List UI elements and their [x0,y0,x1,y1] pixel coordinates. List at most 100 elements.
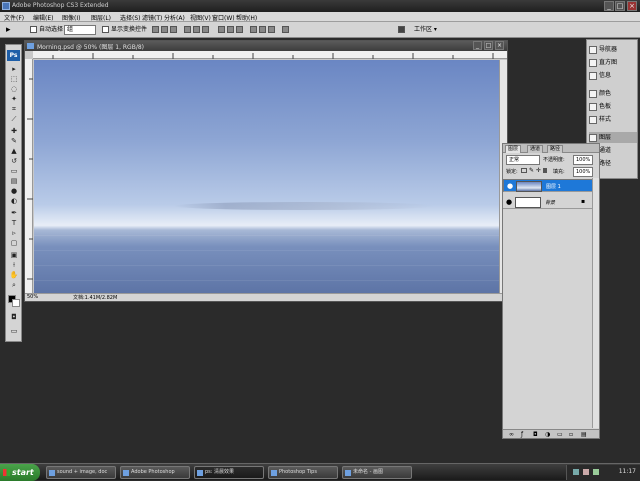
tray-security-icon[interactable] [593,469,599,475]
dock-navigator[interactable]: 导航器 [589,44,637,55]
taskbar-button[interactable]: 未命名 - 画图 [342,466,412,479]
show-transform-checkbox[interactable]: 显示变换控件 [102,25,147,35]
dodge-tool-icon[interactable]: ◐ [9,197,19,205]
zoom-level[interactable]: 50% [27,294,38,300]
menu-help[interactable]: 帮助(H) [236,13,257,22]
brush-tool-icon[interactable]: ✎ [9,137,19,145]
fill-input[interactable]: 100% [573,167,593,177]
history-brush-tool-icon[interactable]: ↺ [9,157,19,165]
pen-tool-icon[interactable]: ✒ [9,209,19,217]
menu-edit[interactable]: 编辑(E) [33,13,53,22]
doc-close-button[interactable]: × [495,41,504,50]
align-middle-icon[interactable] [161,26,168,33]
layer-name[interactable]: 图层 1 [546,183,561,191]
menu-view[interactable]: 视图(V) [190,13,211,22]
zoom-tool-icon[interactable]: ⌕ [9,281,19,289]
doc-minimize-button[interactable]: _ [473,41,482,50]
document-title-bar[interactable]: Morning.psd @ 50% (图层 1, RGB/8) _ □ × [25,41,507,51]
distribute-center-icon[interactable] [259,26,266,33]
magic-wand-tool-icon[interactable]: ✦ [9,95,19,103]
dock-styles[interactable]: 样式 [589,114,637,125]
slice-tool-icon[interactable]: ⟋ [9,115,19,123]
menu-filter[interactable]: 滤镜(T) [142,13,162,22]
eyedropper-tool-icon[interactable]: ⟊ [9,261,19,269]
distribute-right-icon[interactable] [268,26,275,33]
horizontal-ruler[interactable] [33,51,507,59]
menu-analysis[interactable]: 分析(A) [164,13,185,22]
taskbar-button[interactable]: Photoshop Tips [268,466,338,479]
maximize-button[interactable]: □ [615,1,625,11]
distribute-left-icon[interactable] [250,26,257,33]
tab-paths[interactable]: 路径 [547,145,564,153]
document-size-info[interactable]: 文档:1.41M/2.82M [73,294,117,301]
image-canvas[interactable] [34,60,499,293]
new-group-icon[interactable]: ▭ [557,430,563,439]
eraser-tool-icon[interactable]: ▭ [9,167,19,175]
align-top-icon[interactable] [152,26,159,33]
taskbar-button[interactable]: ps: 清晨效果 [194,466,264,479]
move-tool-preset-icon[interactable]: ▸ [6,25,11,35]
close-button[interactable]: × [627,1,637,11]
lock-all-icon[interactable] [543,168,547,173]
visibility-eye-icon[interactable]: ● [507,183,513,190]
layer-row[interactable]: ● 背景 ▪ [503,196,599,209]
opacity-input[interactable]: 100% [573,155,593,165]
menu-window[interactable]: 窗口(W) [212,13,235,22]
layers-scrollbar[interactable] [592,178,599,428]
type-tool-icon[interactable]: T [9,219,19,227]
blend-mode-select[interactable]: 正常 [506,155,540,165]
distribute-middle-icon[interactable] [227,26,234,33]
shape-tool-icon[interactable]: ▢ [9,239,19,247]
delete-layer-icon[interactable]: ▤ [581,430,587,439]
workspace-menu[interactable]: 工作区 ▾ [414,25,437,35]
path-selection-tool-icon[interactable]: ▹ [9,229,19,237]
adjustment-layer-icon[interactable]: ◑ [545,430,550,439]
layer-mask-icon[interactable]: ◘ [533,430,538,439]
tray-volume-icon[interactable] [583,469,589,475]
marquee-tool-icon[interactable]: ⬚ [9,75,19,83]
crop-tool-icon[interactable]: ⌗ [9,105,19,113]
lock-transparency-icon[interactable] [521,168,527,173]
layer-style-icon[interactable]: ƒ [521,430,523,439]
menu-layer[interactable]: 图层(L) [91,13,111,22]
auto-align-icon[interactable] [282,26,289,33]
vertical-ruler[interactable] [25,59,33,293]
tab-channels[interactable]: 通道 [527,145,544,153]
dock-color[interactable]: 颜色 [589,88,637,99]
auto-select-dropdown[interactable]: 组 [64,25,96,35]
tray-network-icon[interactable] [573,469,579,475]
lasso-tool-icon[interactable]: ◌ [9,85,19,93]
background-color-swatch[interactable] [12,299,20,307]
layer-row[interactable]: ● 图层 1 [503,179,599,192]
clock[interactable]: 11:17 [619,468,636,475]
dock-layers[interactable]: 图层 [589,132,637,143]
notes-tool-icon[interactable]: ▣ [9,251,19,259]
auto-select-checkbox[interactable]: 自动选择 [30,25,63,35]
dock-histogram[interactable]: 直方图 [589,57,637,68]
palette-well-icon[interactable] [398,26,405,33]
gradient-tool-icon[interactable]: ▤ [9,177,19,185]
dock-info[interactable]: 信息 [589,70,637,81]
visibility-eye-icon[interactable]: ● [506,199,512,206]
clone-stamp-tool-icon[interactable]: ▲ [9,147,19,155]
layer-name[interactable]: 背景 [545,199,555,206]
menu-file[interactable]: 文件(F) [4,13,24,22]
new-layer-icon[interactable]: ▫ [569,430,573,439]
distribute-bottom-icon[interactable] [236,26,243,33]
align-right-icon[interactable] [202,26,209,33]
move-tool-icon[interactable]: ▸ [9,65,19,73]
quick-mask-icon[interactable]: ◘ [9,313,19,321]
doc-maximize-button[interactable]: □ [484,41,493,50]
menu-image[interactable]: 图像(I) [62,13,80,22]
blur-tool-icon[interactable]: ● [9,187,19,195]
start-button[interactable]: start [0,464,40,481]
align-left-icon[interactable] [184,26,191,33]
menu-select[interactable]: 选择(S) [120,13,141,22]
taskbar-button[interactable]: sound + image, doc [46,466,116,479]
hand-tool-icon[interactable]: ✋ [9,271,19,279]
align-center-icon[interactable] [193,26,200,33]
link-layers-icon[interactable]: ∞ [509,430,514,439]
distribute-top-icon[interactable] [218,26,225,33]
lock-pixels-icon[interactable]: ✎ [529,168,534,174]
tab-layers[interactable]: 图层 [505,145,522,153]
